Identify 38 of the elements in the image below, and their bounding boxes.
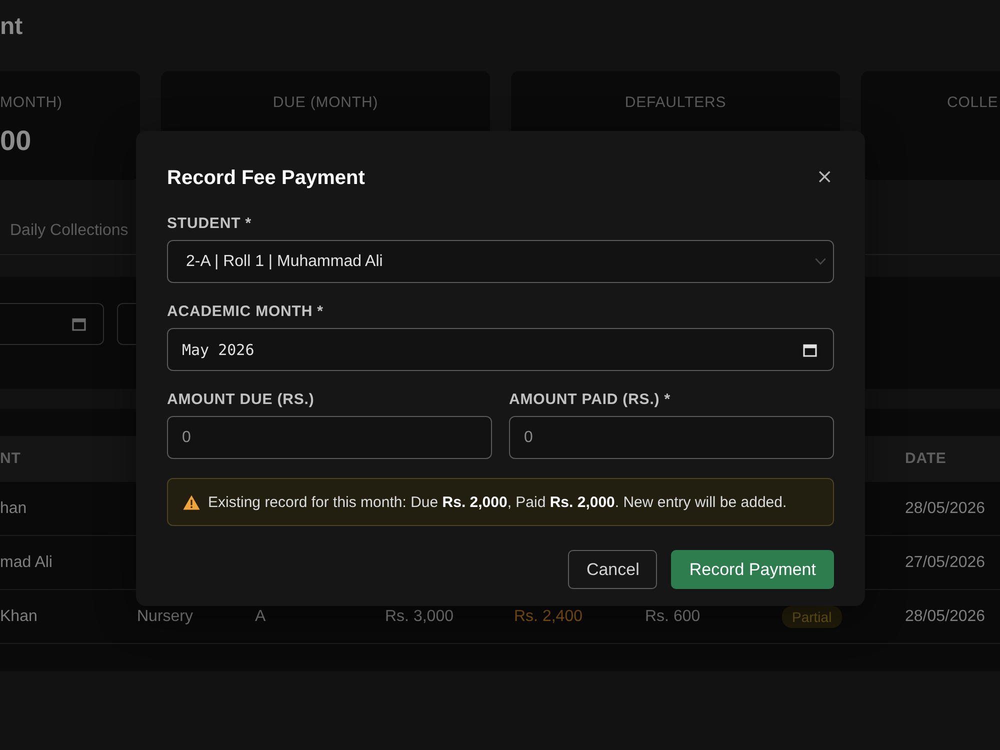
page-title: nt	[0, 12, 23, 41]
field-label: AMOUNT DUE (RS.)	[167, 391, 314, 409]
number-input[interactable]: 0	[509, 416, 834, 459]
number-input[interactable]: 0	[167, 416, 492, 459]
calendar-icon	[72, 317, 86, 331]
table-cell: 28/05/2026	[905, 500, 986, 516]
submit-button[interactable]: Record Payment	[671, 550, 834, 589]
field-label: AMOUNT PAID (RS.) *	[509, 391, 670, 409]
field-label: STUDENT *	[167, 215, 252, 233]
close-button[interactable]: ×	[816, 166, 833, 186]
table-cell: han	[0, 500, 27, 516]
status-badge: Partial	[782, 606, 842, 628]
table-cell: Rs. 600	[645, 608, 700, 624]
chevron-down-icon	[815, 258, 826, 265]
table-cell: 27/05/2026	[905, 554, 986, 570]
cancel-button[interactable]: Cancel	[568, 550, 658, 589]
column-header: NT	[0, 450, 21, 467]
warning-icon	[183, 494, 200, 510]
column-header: DATE	[905, 450, 946, 467]
stat-label: DEFAULTERS	[624, 94, 726, 112]
table-cell: 28/05/2026	[905, 608, 986, 624]
table-cell: mad Ali	[0, 554, 52, 570]
table-cell: Khan	[0, 608, 38, 624]
modal-title: Record Fee Payment	[167, 166, 365, 190]
month-field[interactable]: May 2026	[167, 328, 834, 371]
date-input[interactable]	[0, 303, 104, 345]
stat-label: DUE (MONTH)	[272, 94, 378, 112]
table-cell: Rs. 2,400	[514, 608, 582, 624]
warning-text: Existing record for this month: Due Rs. 2,000, Paid Rs. 2,000. New entry will be added.	[208, 494, 787, 510]
stat-label: COLLE	[947, 94, 998, 112]
select-field[interactable]: 2-A | Roll 1 | Muhammad Ali	[167, 240, 834, 283]
table-cell: Nursery	[137, 608, 194, 624]
stat-label: MONTH)	[0, 94, 62, 112]
calendar-icon	[803, 342, 817, 356]
table-cell: Rs. 3,000	[385, 608, 454, 624]
field-label: ACADEMIC MONTH *	[167, 303, 324, 321]
stat-value: 00	[0, 125, 32, 157]
table-cell: A	[255, 608, 266, 624]
